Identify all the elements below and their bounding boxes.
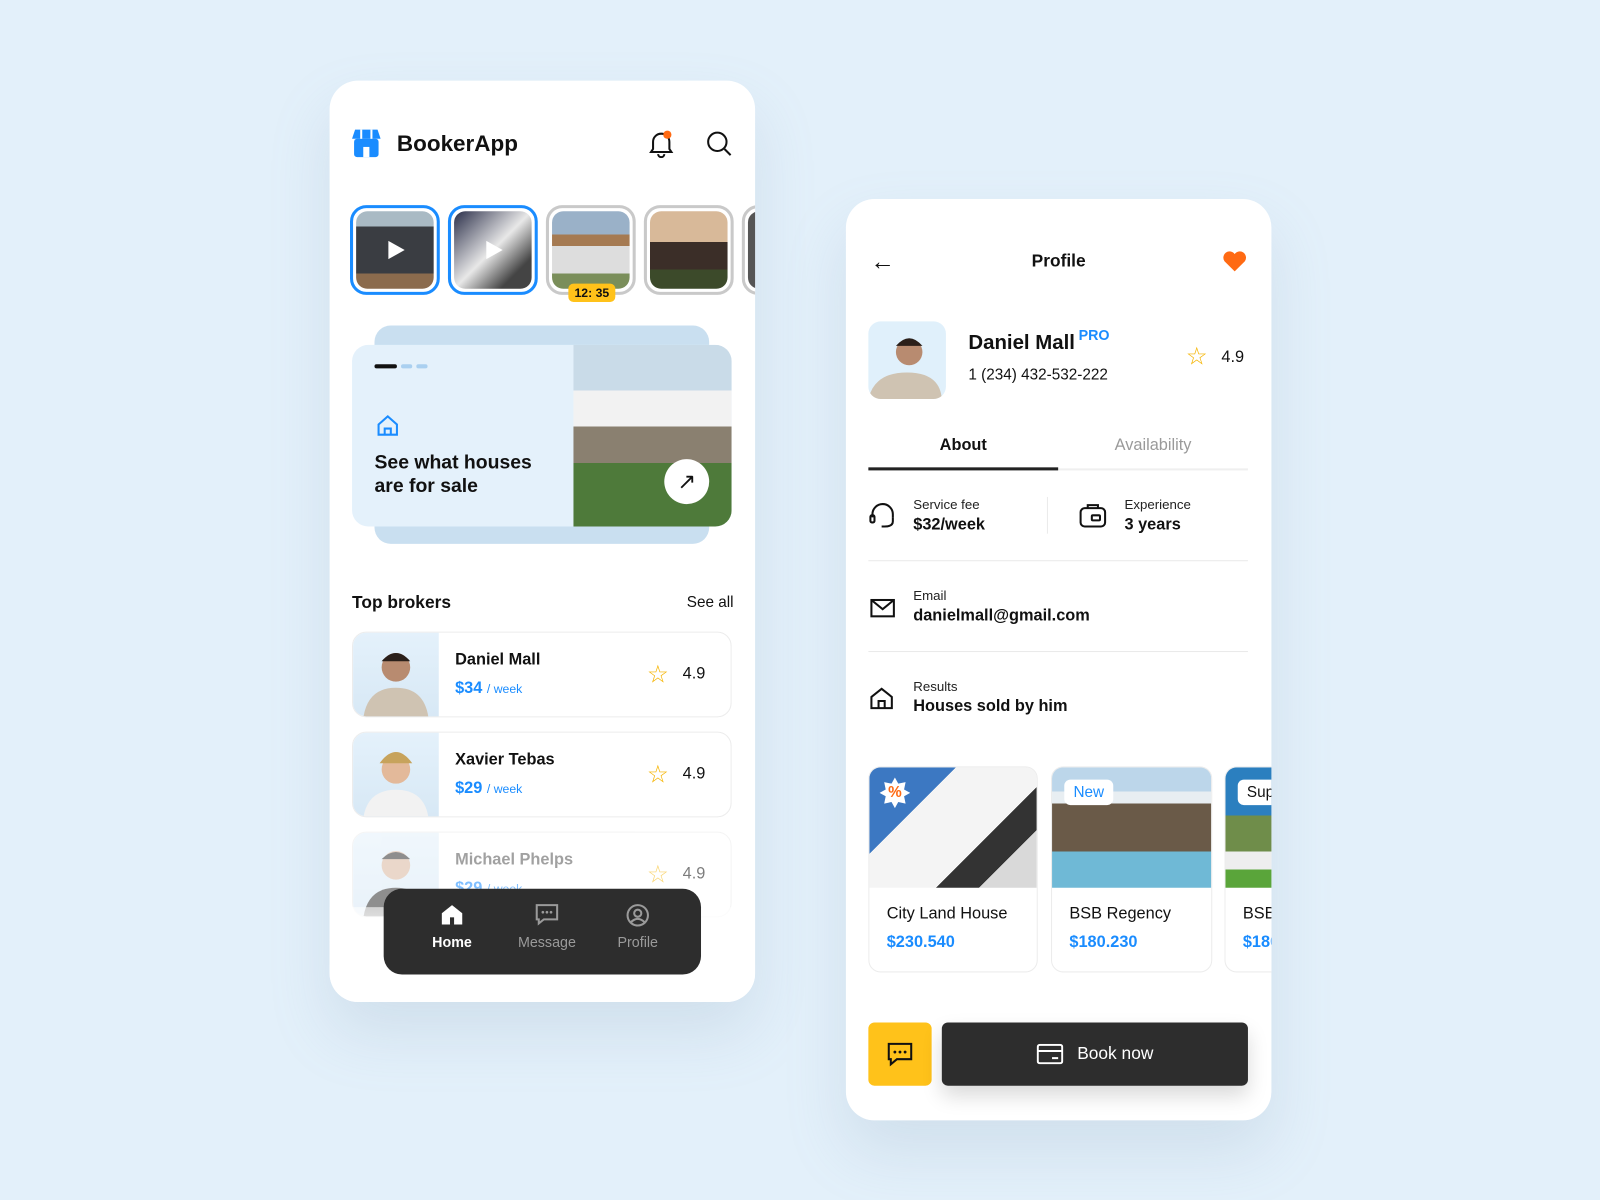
headset-icon xyxy=(868,501,897,535)
home-icon xyxy=(869,686,893,716)
property-name: BSB Regency xyxy=(1069,905,1172,923)
super-badge: Sup xyxy=(1237,779,1272,806)
book-now-button[interactable]: Book now xyxy=(941,1022,1248,1086)
home-icon xyxy=(377,414,399,442)
star-icon: ☆ xyxy=(646,661,669,689)
banner-house-image xyxy=(573,344,732,527)
broker-rating: 4.9 xyxy=(682,665,706,683)
star-icon: ☆ xyxy=(646,861,669,889)
broker-rating: 4.9 xyxy=(682,765,706,783)
nav-home[interactable]: Home xyxy=(411,903,493,950)
property-price: $180.230 xyxy=(1069,933,1138,952)
search-icon[interactable] xyxy=(706,131,733,163)
property-price: $180 xyxy=(1242,933,1272,952)
bell-icon[interactable] xyxy=(648,130,675,164)
profile-phone: 1 (234) 432-532-222 xyxy=(968,366,1108,384)
slide-dot-active xyxy=(374,364,397,369)
broker-name: Michael Phelps xyxy=(455,851,574,869)
play-icon xyxy=(388,240,405,260)
broker-price: $34 / week xyxy=(455,679,523,697)
banner-text: See what houses are for sale xyxy=(374,452,532,497)
tab-availability[interactable]: Availability xyxy=(1058,437,1248,455)
credit-card-icon xyxy=(1036,1043,1063,1065)
discount-badge-icon: % xyxy=(879,777,911,809)
arrow-up-right-icon[interactable]: ↗ xyxy=(664,459,710,505)
top-brokers-title: Top brokers xyxy=(352,592,452,613)
broker-avatar xyxy=(353,732,439,817)
mail-icon xyxy=(869,597,896,625)
property-card[interactable]: % City Land House $230.540 xyxy=(868,766,1038,973)
new-badge: New xyxy=(1064,779,1114,806)
store-icon xyxy=(352,128,381,159)
story-timer-badge: 12: 35 xyxy=(568,283,616,303)
chat-button[interactable] xyxy=(868,1022,932,1086)
profile-rating: 4.9 xyxy=(1221,348,1245,367)
star-icon: ☆ xyxy=(646,761,669,789)
see-all-link[interactable]: See all xyxy=(687,594,734,611)
home-icon xyxy=(411,903,493,934)
heart-icon[interactable] xyxy=(1222,250,1247,278)
broker-name: Daniel Mall xyxy=(455,651,541,669)
nav-profile[interactable]: Profile xyxy=(597,903,679,950)
property-name: City Land House xyxy=(886,905,1008,923)
broker-rating: 4.9 xyxy=(682,865,706,883)
profile-icon xyxy=(597,903,679,934)
email: Email danielmall@gmail.com xyxy=(913,587,1090,625)
nav-message[interactable]: Message xyxy=(506,903,588,950)
home-screen: BookerApp 12: 35 See what houses are for… xyxy=(329,80,756,1003)
tab-about[interactable]: About xyxy=(868,437,1058,455)
pro-badge: PRO xyxy=(1078,326,1110,343)
story-image[interactable] xyxy=(741,205,756,295)
broker-avatar xyxy=(353,632,439,717)
banner-card[interactable]: See what houses are for sale ↗ xyxy=(352,344,732,527)
profile-name: Daniel Mall xyxy=(968,331,1075,355)
bottom-nav: Home Message Profile xyxy=(383,888,702,975)
story-video[interactable] xyxy=(349,205,440,295)
message-icon xyxy=(506,903,588,934)
story-video[interactable] xyxy=(447,205,538,295)
story-timer[interactable]: 12: 35 xyxy=(545,205,636,303)
star-icon: ☆ xyxy=(1185,342,1208,371)
app-title: BookerApp xyxy=(396,130,518,157)
results: Results Houses sold by him xyxy=(913,678,1068,716)
story-image[interactable] xyxy=(643,205,734,295)
experience: Experience 3 years xyxy=(1124,496,1191,534)
broker-price: $29 / week xyxy=(455,779,523,797)
property-card[interactable]: Sup BSB $180 xyxy=(1224,766,1272,973)
play-icon xyxy=(486,240,503,260)
broker-name: Xavier Tebas xyxy=(455,751,555,769)
profile-avatar xyxy=(868,321,946,399)
slide-dot xyxy=(416,364,428,369)
divider xyxy=(1046,496,1048,534)
service-fee: Service fee $32/week xyxy=(913,496,985,534)
divider xyxy=(868,651,1248,653)
broker-item[interactable]: Xavier Tebas $29 / week ☆ 4.9 xyxy=(352,731,732,818)
divider xyxy=(868,560,1248,562)
property-name: BSB xyxy=(1242,905,1272,923)
property-price: $230.540 xyxy=(886,933,955,952)
property-card[interactable]: New BSB Regency $180.230 xyxy=(1051,766,1213,973)
tab-indicator xyxy=(868,467,1059,471)
broker-item[interactable]: Daniel Mall $34 / week ☆ 4.9 xyxy=(352,631,732,718)
message-icon xyxy=(887,1042,913,1067)
profile-screen: ← Profile Daniel Mall PRO 1 (234) 432-53… xyxy=(845,198,1272,1121)
slide-dot xyxy=(401,364,413,369)
screen-title: Profile xyxy=(1031,251,1086,271)
wallet-icon xyxy=(1079,502,1108,534)
